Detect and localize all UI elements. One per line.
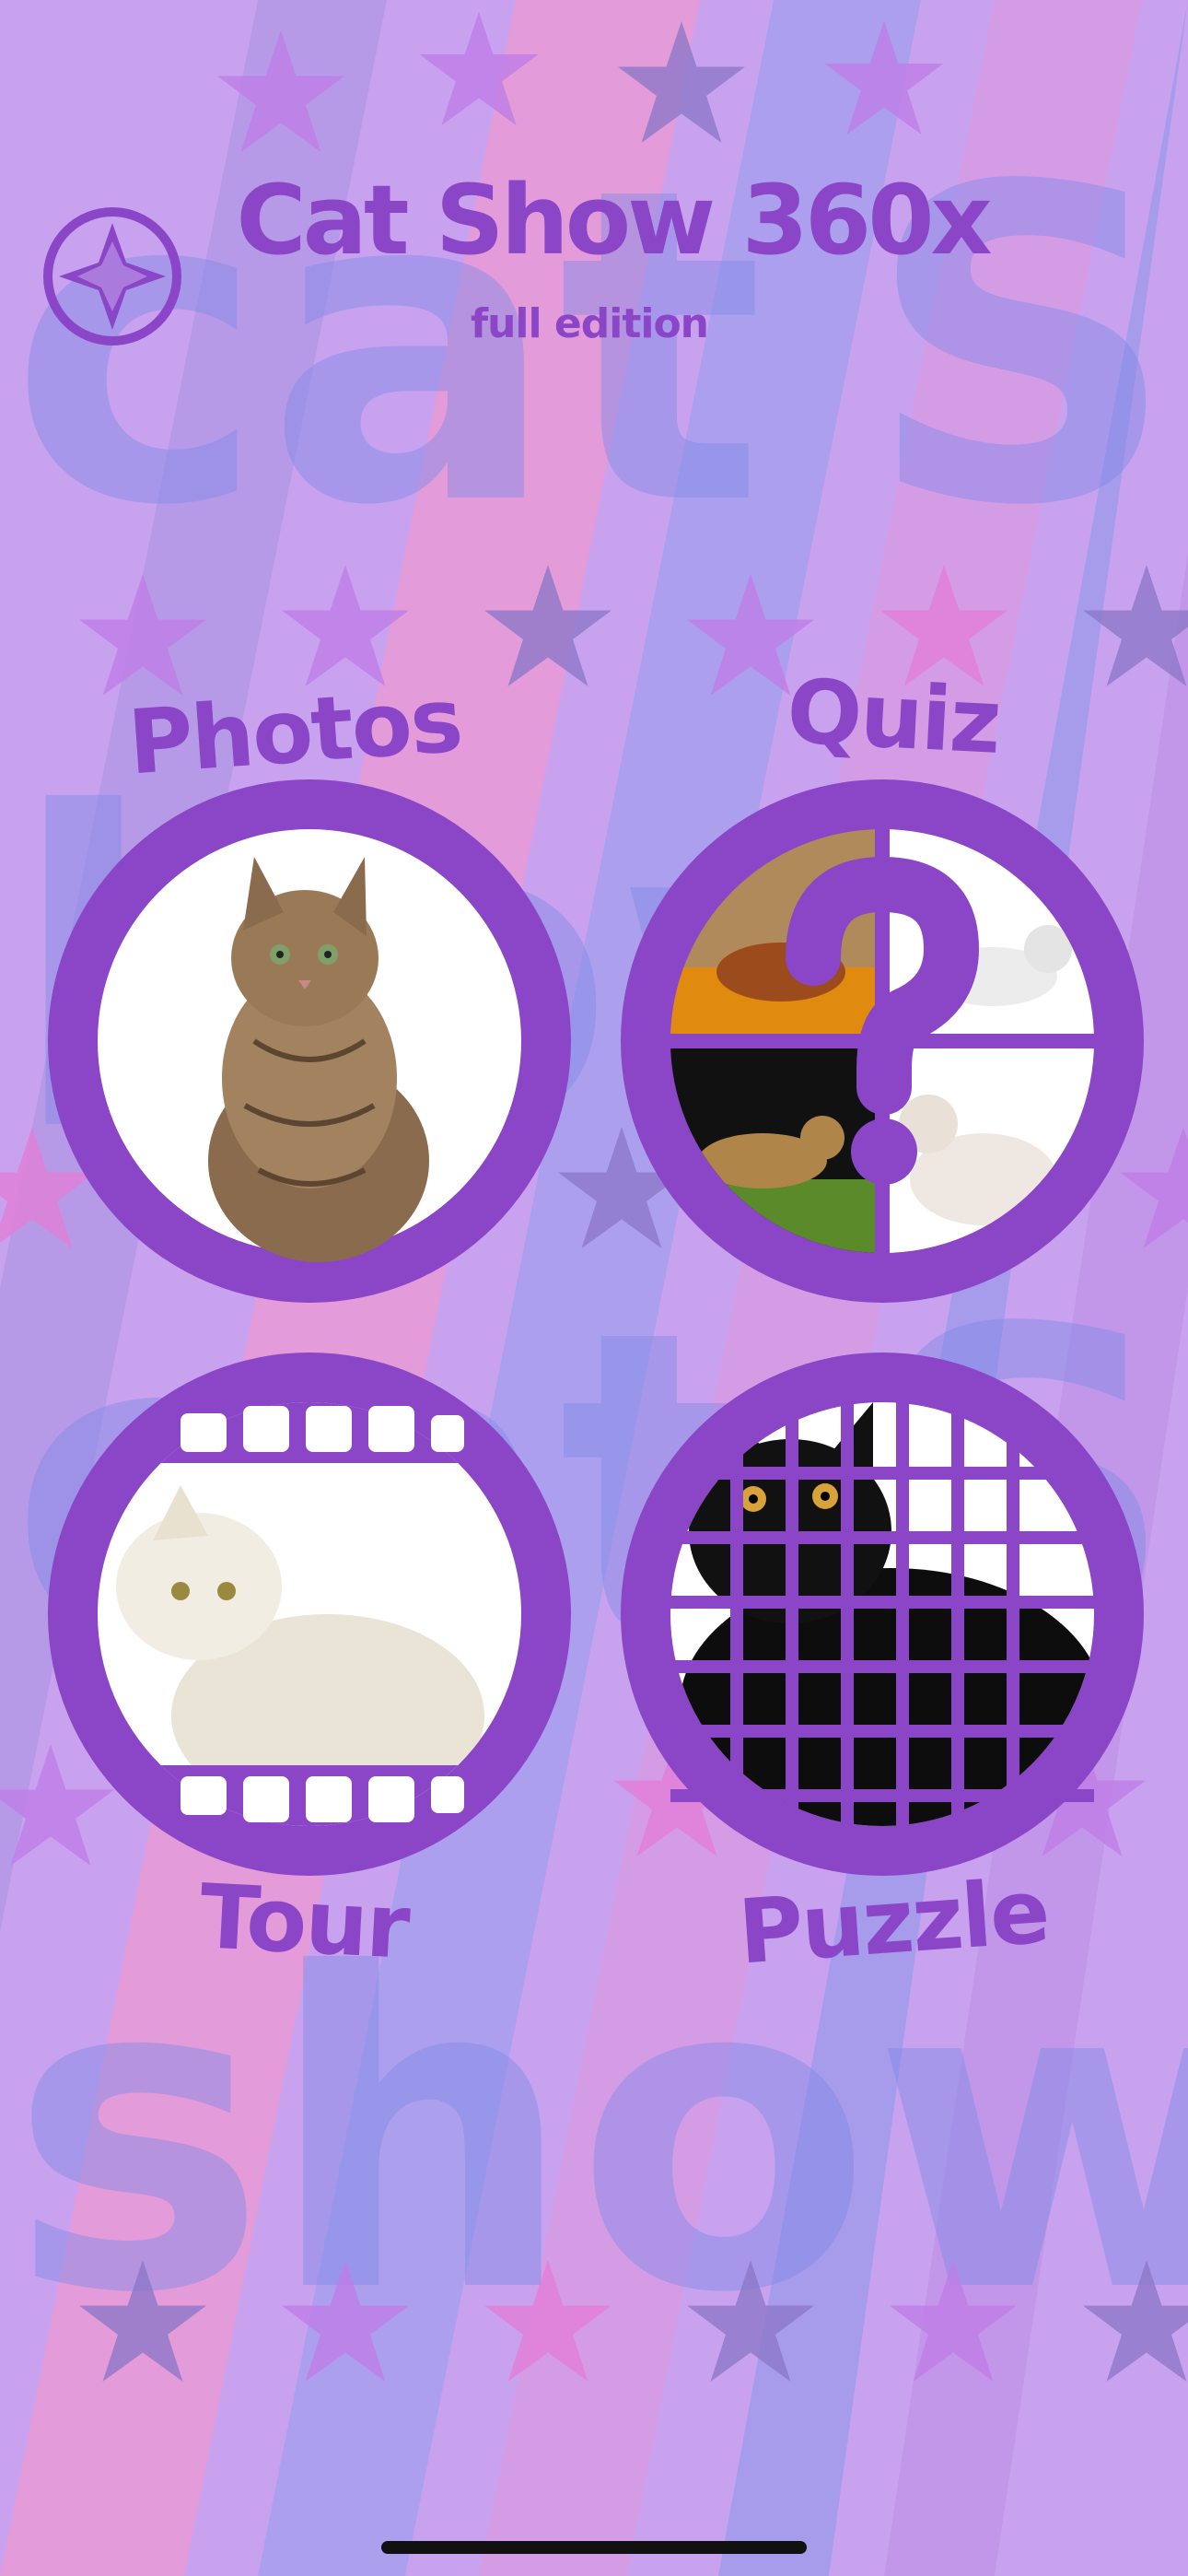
compass-icon bbox=[43, 207, 181, 345]
film-strip-icon bbox=[48, 1352, 571, 1876]
tour-button[interactable] bbox=[42, 1347, 577, 1881]
puzzle-button[interactable] bbox=[615, 1347, 1149, 1881]
home-indicator[interactable] bbox=[381, 2541, 807, 2554]
puzzle-grid-icon bbox=[621, 1352, 1144, 1876]
tour-label[interactable]: Tour bbox=[117, 1861, 490, 1984]
cat-photo-icon bbox=[48, 779, 571, 1303]
quiz-button[interactable] bbox=[615, 774, 1149, 1308]
compass-menu-button[interactable] bbox=[41, 205, 184, 348]
app-title: Cat Show 360x bbox=[236, 164, 992, 276]
photos-button[interactable] bbox=[42, 774, 577, 1308]
app-subtitle: full edition bbox=[470, 300, 709, 347]
question-mark-icon bbox=[621, 779, 1144, 1303]
quiz-label[interactable]: Quiz bbox=[706, 656, 1079, 779]
